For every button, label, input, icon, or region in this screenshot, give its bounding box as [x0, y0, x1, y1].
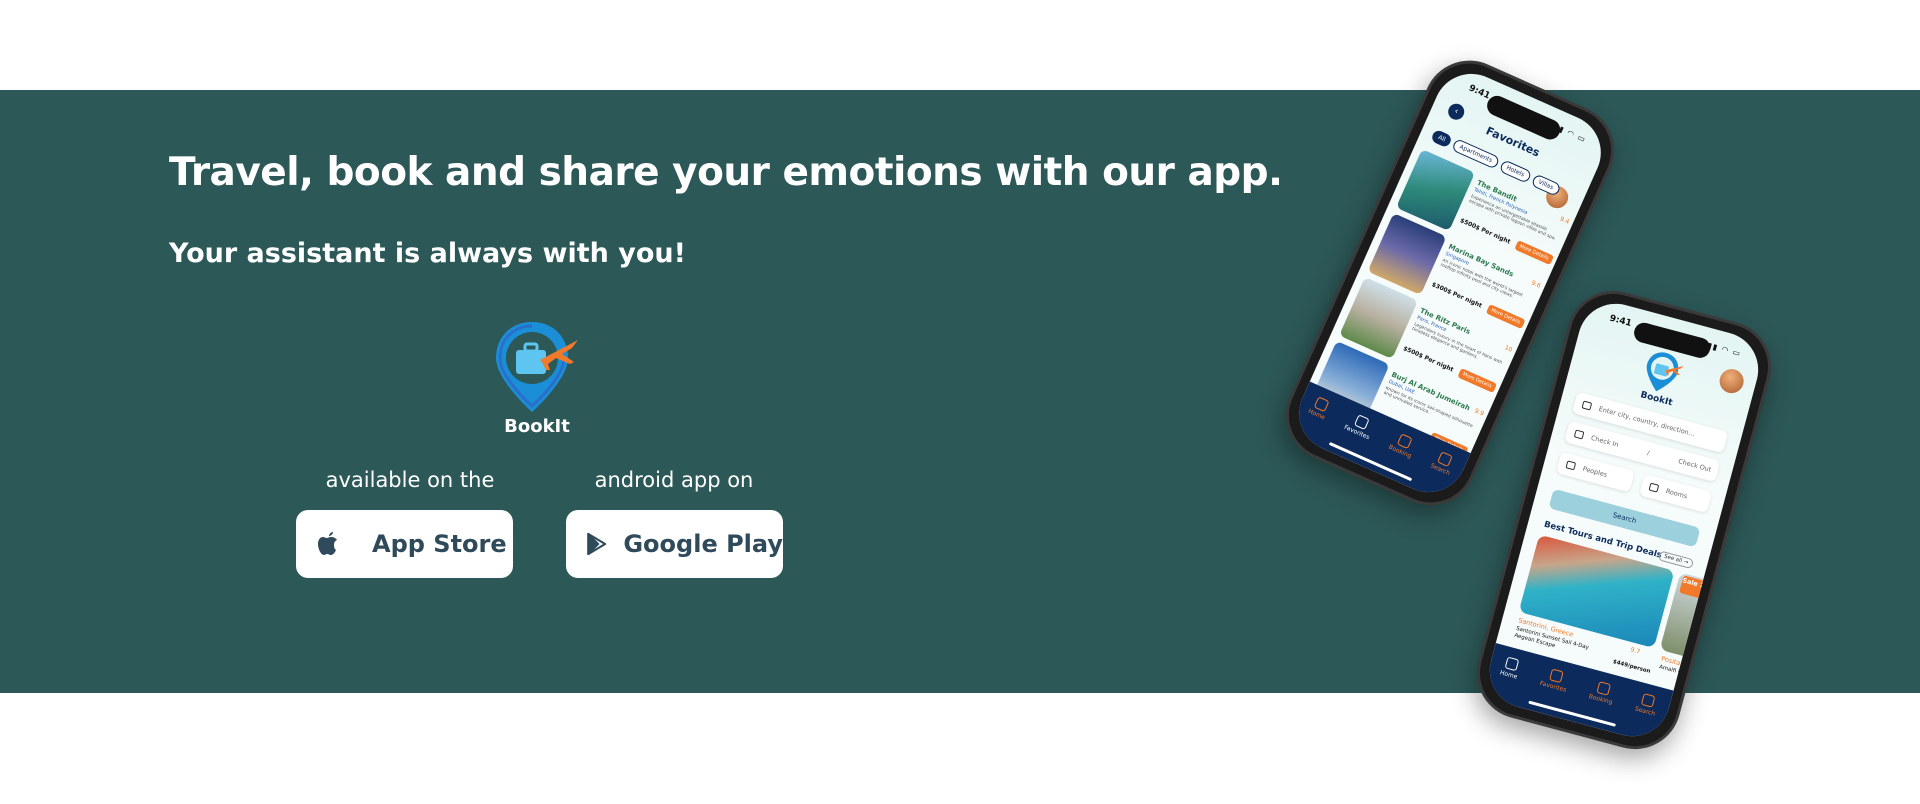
check-out-label: Check Out	[1677, 457, 1713, 474]
signal-wifi-battery-icon: ▮▮ ◠ ▭	[1706, 340, 1743, 359]
peoples-label: Peoples	[1581, 464, 1609, 479]
nav-favorites[interactable]: Favorites	[1539, 666, 1571, 694]
rooms-input[interactable]: Rooms	[1638, 473, 1713, 514]
status-time: 9:41	[1466, 83, 1492, 102]
search-icon	[1640, 693, 1656, 708]
nav-search[interactable]: Search	[1634, 692, 1659, 718]
nav-booking[interactable]: Booking	[1387, 431, 1418, 460]
google-play-button[interactable]: Google Play	[566, 510, 783, 578]
nav-search[interactable]: Search	[1429, 449, 1456, 477]
nav-label: Booking	[1588, 693, 1614, 707]
nav-favorites[interactable]: Favorites	[1343, 411, 1376, 441]
google-play-caption: android app on	[594, 468, 754, 492]
nav-home[interactable]: Home	[1499, 656, 1522, 681]
app-store-button[interactable]: App Store	[296, 510, 513, 578]
deal-price: $449/person	[1612, 659, 1652, 675]
status-time: 9:41	[1608, 313, 1633, 330]
chip-all[interactable]: All	[1430, 128, 1454, 149]
hotel-rating: 9.9	[1473, 407, 1485, 418]
nav-home[interactable]: Home	[1307, 395, 1332, 421]
chip-hotels[interactable]: Hotels	[1498, 159, 1533, 184]
nav-label: Favorites	[1539, 679, 1568, 694]
door-icon	[1648, 482, 1660, 493]
map-icon	[1581, 400, 1593, 411]
heart-icon	[1548, 668, 1564, 684]
app-store-caption: available on the	[325, 468, 495, 492]
google-play-icon	[587, 532, 607, 556]
calendar-icon	[1573, 429, 1585, 440]
nav-label: Home	[1499, 669, 1519, 681]
bottom-nav: Home Favorites Booking Search	[1481, 643, 1674, 745]
suitcase-icon	[1596, 681, 1611, 696]
google-play-label: Google Play	[623, 530, 783, 558]
hero-headline: Travel, book and share your emotions wit…	[169, 150, 1283, 195]
apple-icon	[318, 532, 337, 555]
location-pin-suitcase-icon	[496, 322, 578, 412]
nav-label: Search	[1634, 705, 1656, 718]
hotel-rating: 9.6	[1530, 279, 1542, 290]
logo-wordmark: BookIt	[504, 416, 570, 437]
bookit-logo: BookIt	[487, 318, 587, 438]
see-all-button[interactable]: See all →	[1657, 550, 1695, 570]
hero-subheadline: Your assistant is always with you!	[169, 238, 686, 269]
avatar[interactable]	[1716, 366, 1747, 396]
home-icon	[1504, 656, 1519, 672]
nav-booking[interactable]: Booking	[1588, 680, 1617, 707]
hotel-rating: 9.4	[1558, 215, 1571, 226]
deal-rating: 9.7	[1629, 646, 1641, 656]
app-store-label: App Store	[372, 530, 507, 558]
date-separator: /	[1646, 448, 1651, 458]
check-in-label: Check In	[1590, 433, 1620, 449]
people-icon	[1565, 460, 1577, 471]
hotel-rating: 10	[1503, 344, 1514, 354]
rooms-label: Rooms	[1664, 487, 1689, 501]
